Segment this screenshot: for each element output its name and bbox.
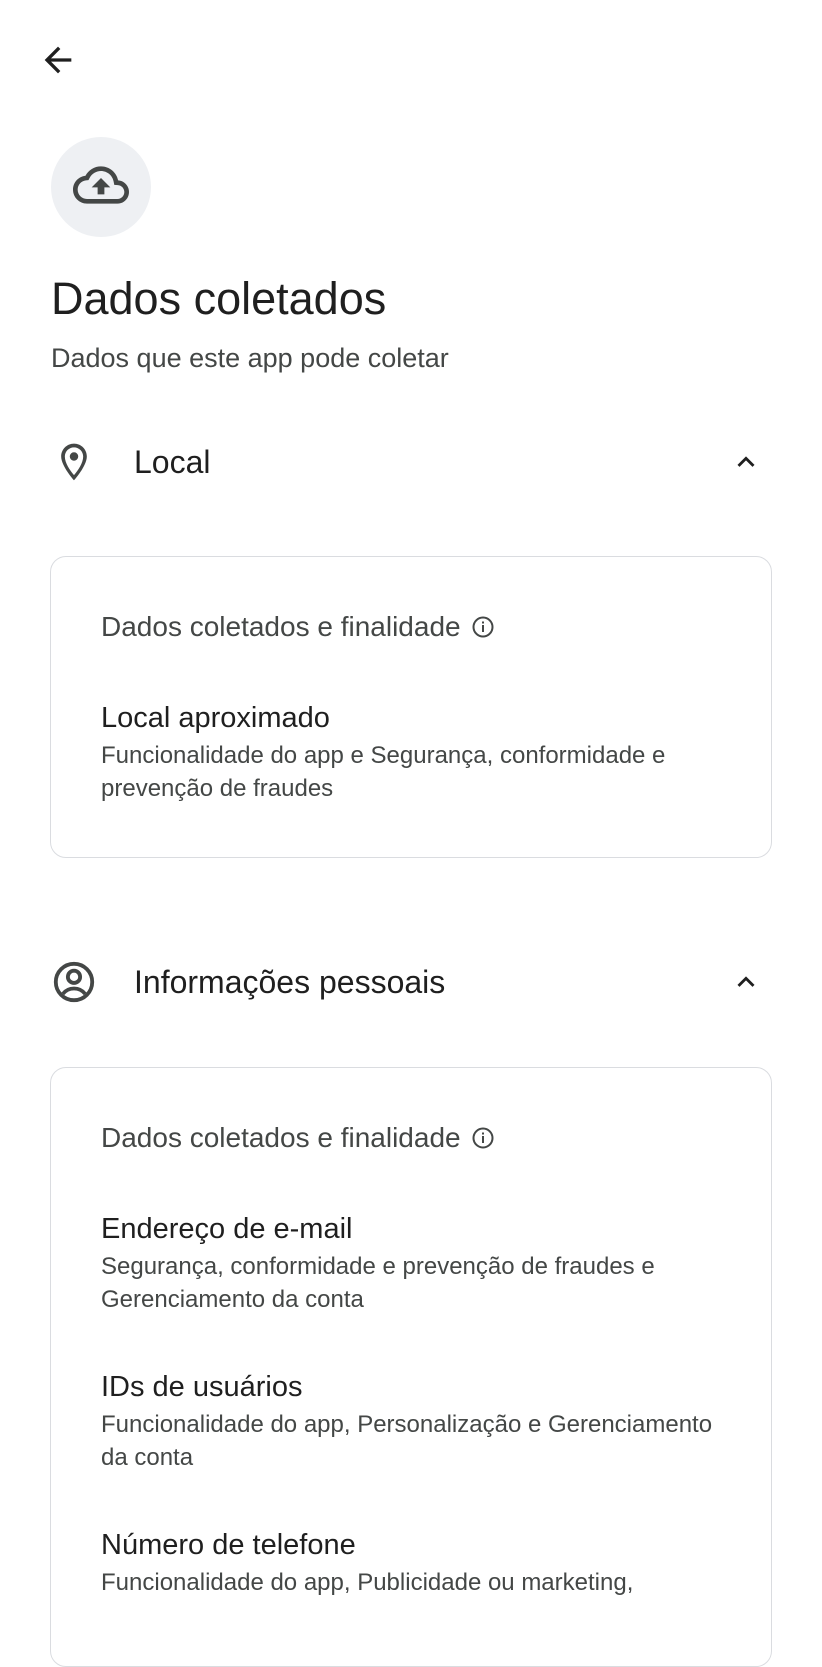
item-desc: Funcionalidade do app, Publicidade ou ma…	[101, 1569, 634, 1596]
chevron-up-icon[interactable]	[726, 962, 766, 1002]
location-pin-icon	[50, 438, 98, 486]
data-card-local: Dados coletados e finalidade Local aprox…	[50, 556, 772, 858]
list-item: Número de telefone Funcionalidade do app…	[101, 1526, 741, 1599]
card-heading-label: Dados coletados e finalidade	[101, 611, 461, 642]
section-header-local[interactable]: Local	[0, 417, 822, 507]
cloud-upload-icon	[73, 157, 129, 218]
item-title: Local aproximado	[101, 702, 330, 734]
section-label: Informações pessoais	[134, 964, 446, 1000]
card-heading: Dados coletados e finalidade	[101, 609, 495, 645]
info-icon[interactable]	[471, 615, 495, 639]
section-label: Local	[134, 444, 211, 480]
page-subtitle: Dados que este app pode coletar	[51, 343, 449, 373]
list-item: IDs de usuários Funcionalidade do app, P…	[101, 1368, 741, 1474]
page-title: Dados coletados	[51, 273, 387, 324]
item-desc: Funcionalidade do app, Personalização e …	[101, 1411, 713, 1471]
back-button[interactable]	[30, 34, 86, 90]
info-icon[interactable]	[471, 1126, 495, 1150]
list-item: Local aproximado Funcionalidade do app e…	[101, 699, 741, 805]
chevron-up-icon[interactable]	[726, 442, 766, 482]
data-card-personal-info: Dados coletados e finalidade Endereço de…	[50, 1067, 772, 1667]
list-item: Endereço de e-mail Segurança, conformida…	[101, 1210, 741, 1316]
item-title: Endereço de e-mail	[101, 1213, 353, 1245]
hero-icon-container	[51, 137, 151, 237]
section-header-personal-info[interactable]: Informações pessoais	[0, 937, 822, 1027]
account-circle-icon	[50, 958, 98, 1006]
item-title: IDs de usuários	[101, 1371, 303, 1403]
item-desc: Funcionalidade do app e Segurança, confo…	[101, 742, 666, 802]
item-title: Número de telefone	[101, 1529, 356, 1561]
arrow-back-icon	[38, 40, 78, 85]
item-desc: Segurança, conformidade e prevenção de f…	[101, 1253, 655, 1313]
card-heading: Dados coletados e finalidade	[101, 1120, 495, 1156]
card-heading-label: Dados coletados e finalidade	[101, 1122, 461, 1153]
